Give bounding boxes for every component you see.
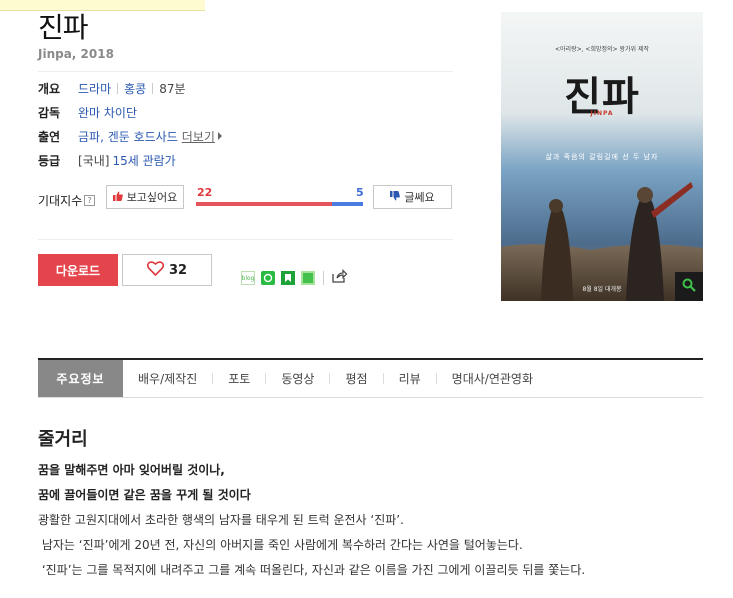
magnifier-icon xyxy=(682,277,696,296)
separator xyxy=(152,82,154,94)
cast-link[interactable]: 금파, 겐둔 호드사드 xyxy=(78,128,178,145)
divider xyxy=(38,71,453,72)
director-link[interactable]: 완마 차이단 xyxy=(78,104,137,121)
rating-prefix: [국내] xyxy=(78,153,110,168)
tab-video[interactable]: 동영상 xyxy=(266,360,329,397)
synopsis-line: ‘진파’는 그를 목적지에 내려주고 그를 계속 떠올린다, 자신과 같은 이름… xyxy=(38,563,586,577)
cast-more-link[interactable]: 더보기 xyxy=(182,128,215,145)
rating-link[interactable]: 15세 관람가 xyxy=(112,152,175,169)
want-to-see-label: 보고싶어요 xyxy=(126,191,178,204)
caret-right-icon xyxy=(217,132,222,140)
synopsis-line: 남자는 ‘진파’에게 20년 전, 자신의 아버지를 죽인 사람에게 복수하러 … xyxy=(38,538,523,552)
zoom-button[interactable] xyxy=(675,272,703,301)
green-share-icon[interactable] xyxy=(301,271,315,285)
divider xyxy=(38,239,453,240)
download-button[interactable]: 다운로드 xyxy=(38,254,118,286)
share-icon[interactable] xyxy=(332,269,348,287)
like-button[interactable]: 32 xyxy=(122,254,212,286)
tab-bar: 주요정보 배우/제작진 포토 동영상 평점 리뷰 명대사/연관영화 xyxy=(38,358,703,398)
top-note-strip xyxy=(0,0,205,11)
poster-tagline: 삶과 죽음의 갈림길에 선 두 남자 xyxy=(545,153,659,161)
expectation-text: 기대지수 xyxy=(38,194,83,208)
info-row-overview: 개요 드라마 홍콩 87분 xyxy=(38,80,186,96)
runtime: 87분 xyxy=(159,81,186,96)
info-row-cast: 출연 금파, 겐둔 호드사드 더보기 xyxy=(38,128,222,144)
movie-poster[interactable]: <아리랑>, <희망정의> 왕가위 제작 진파 JINPA 삶과 죽음의 갈림길… xyxy=(501,12,703,301)
rating-label: 등급 xyxy=(38,153,61,168)
info-row-director: 감독 완마 차이단 xyxy=(38,104,137,120)
poster-title-en: JINPA xyxy=(590,110,614,117)
help-icon[interactable]: ? xyxy=(84,195,96,206)
country-link[interactable]: 홍콩 xyxy=(124,80,146,97)
not-sure-label: 글쎄요 xyxy=(404,191,435,204)
separator xyxy=(117,82,119,94)
tab-main-info[interactable]: 주요정보 xyxy=(38,360,123,397)
tab-review[interactable]: 리뷰 xyxy=(384,360,436,397)
genre-link[interactable]: 드라마 xyxy=(78,80,111,97)
heart-icon xyxy=(146,260,165,280)
thumbs-down-icon xyxy=(390,190,401,204)
want-to-see-button[interactable]: 보고싶어요 xyxy=(106,185,184,209)
synopsis-title: 줄거리 xyxy=(38,429,88,450)
synopsis-line: 꿈에 끌어들이면 같은 꿈을 꾸게 될 것이다 xyxy=(38,488,251,502)
cast-label: 출연 xyxy=(38,129,61,144)
story-share-icon[interactable] xyxy=(281,271,295,285)
expectation-bar-fill xyxy=(196,202,333,206)
band-share-icon[interactable] xyxy=(261,271,275,285)
share-bar: blog xyxy=(241,269,348,287)
thumbs-up-icon xyxy=(112,191,123,204)
tab-rating[interactable]: 평점 xyxy=(330,360,382,397)
no-count: 5 xyxy=(356,186,364,199)
poster-credit: <아리랑>, <희망정의> 왕가위 제작 xyxy=(555,46,649,53)
expectation-label: 기대지수 ? xyxy=(38,192,96,209)
page-title: 진파 xyxy=(38,11,89,44)
like-count: 32 xyxy=(168,262,188,278)
director-label: 감독 xyxy=(38,105,61,120)
poster-date: 8월 8일 대개봉 xyxy=(582,286,622,293)
blog-share-icon[interactable]: blog xyxy=(241,271,255,285)
tab-photo[interactable]: 포토 xyxy=(213,360,265,397)
want-count: 22 xyxy=(197,186,213,199)
info-row-rating: 등급 [국내] 15세 관람가 xyxy=(38,152,176,168)
synopsis-line: 광활한 고원지대에서 초라한 행색의 남자를 태우게 된 트럭 운전사 ‘진파’… xyxy=(38,513,404,527)
separator xyxy=(323,271,324,285)
tab-quotes-related[interactable]: 명대사/연관영화 xyxy=(437,360,548,397)
tab-cast-crew[interactable]: 배우/제작진 xyxy=(123,360,212,397)
synopsis-line: 꿈을 말해주면 아마 잊어버릴 것이나, xyxy=(38,463,225,477)
page-subtitle: Jinpa, 2018 xyxy=(38,47,114,61)
overview-label: 개요 xyxy=(38,81,61,96)
not-sure-button[interactable]: 글쎄요 xyxy=(373,185,452,209)
expectation-bar xyxy=(196,202,363,206)
